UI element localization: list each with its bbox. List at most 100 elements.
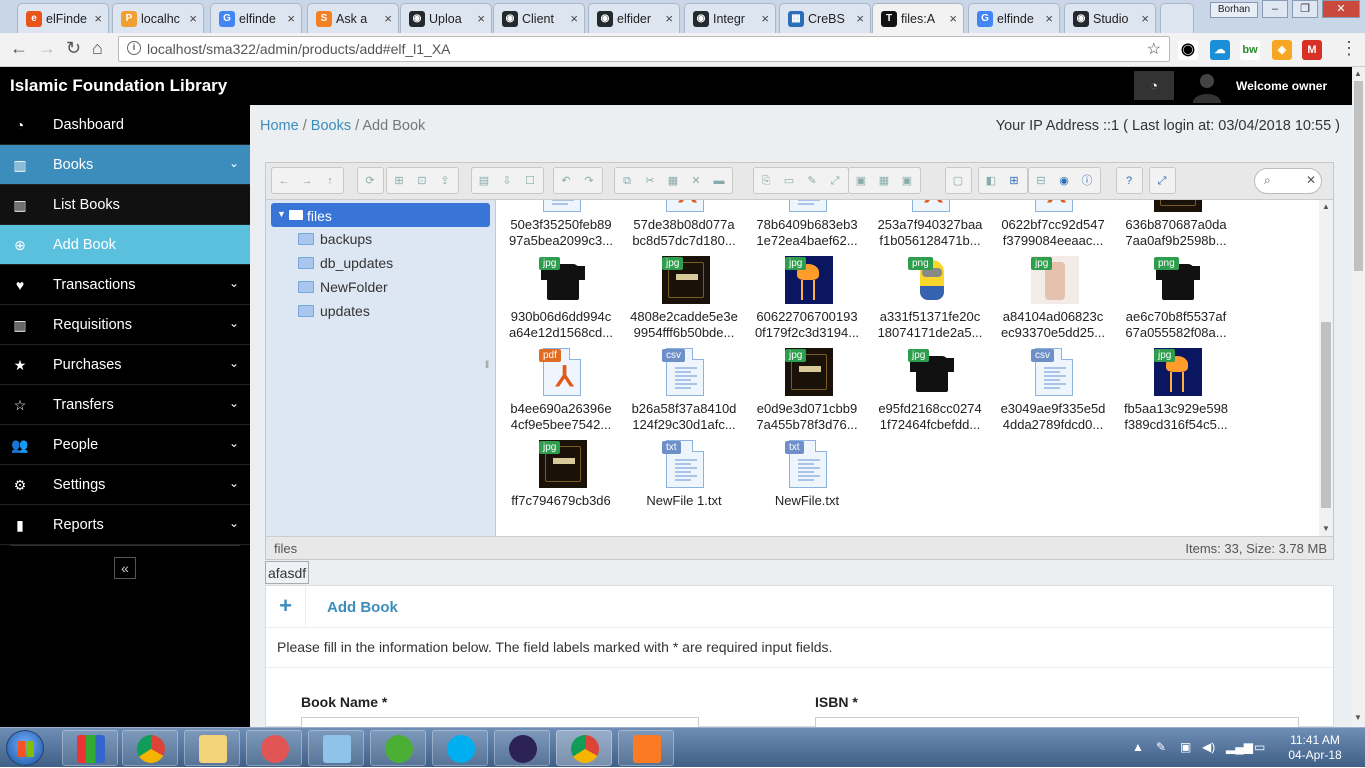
breadcrumb-books[interactable]: Books xyxy=(311,118,351,134)
select-none-icon[interactable]: ▢ xyxy=(948,171,968,191)
copy-icon[interactable]: ⧉ xyxy=(617,171,637,191)
close-tab-icon[interactable]: × xyxy=(665,11,673,26)
scroll-down-icon[interactable]: ▼ xyxy=(1354,713,1362,722)
taskbar-utorrent[interactable] xyxy=(370,730,426,766)
reload-icon[interactable]: ⟳ xyxy=(360,171,380,191)
browser-tab[interactable]: ◉ Studio × xyxy=(1064,3,1156,33)
tree-resize-handle[interactable]: ‖ xyxy=(485,360,489,371)
browser-tab[interactable]: ▦ CreBS × xyxy=(779,3,871,33)
site-info-icon[interactable]: i xyxy=(127,41,141,55)
help-icon[interactable]: ? xyxy=(1119,171,1139,191)
paste-icon[interactable]: ▦ xyxy=(663,171,683,191)
close-tab-icon[interactable]: × xyxy=(287,11,295,26)
sidebar-item-books[interactable]: ▥ Books ⌄ xyxy=(0,145,250,185)
tree-folder[interactable]: updates xyxy=(298,300,478,322)
browser-tab[interactable]: Plocalhc × xyxy=(112,3,204,33)
sidebar-item-dashboard[interactable]: ◔ Dashboard xyxy=(0,105,250,145)
empty-icon[interactable]: ▬ xyxy=(709,171,729,191)
sidebar-item-purchases[interactable]: ★ Purchases ⌄ xyxy=(0,345,250,385)
browser-profile-badge[interactable]: Borhan xyxy=(1210,2,1258,18)
file-item[interactable]: jpg ff7c794679cb3d6 xyxy=(500,440,622,530)
tree-root-files[interactable]: ▼ files xyxy=(271,203,490,227)
close-tab-icon[interactable]: × xyxy=(761,11,769,26)
back-arrow-icon[interactable]: ← xyxy=(10,38,28,59)
download-icon[interactable]: ⇩ xyxy=(497,171,517,191)
select-all-icon[interactable]: ▣ xyxy=(897,171,917,191)
home-icon[interactable]: ⌂ xyxy=(92,38,103,59)
file-item[interactable]: jpg e0d9e3d071cbb9 7a455b78f3d76... xyxy=(746,348,868,438)
extract-icon[interactable]: ▣ xyxy=(851,171,871,191)
duplicate-icon[interactable]: ⎘ xyxy=(756,171,776,191)
bookmark-star-icon[interactable]: ☆ xyxy=(1147,39,1161,59)
file-item[interactable]: ⅄pdf 0622bf7cc92d547f3799084eeaac... xyxy=(992,200,1114,254)
getfile-icon[interactable]: ☐ xyxy=(520,171,540,191)
taskbar-apps-grid[interactable] xyxy=(62,730,118,766)
network-icon[interactable]: ▂▄▆ xyxy=(1226,740,1253,754)
file-item[interactable]: jpg e95fd2168cc0274 1f72464fcbefdd... xyxy=(869,348,991,438)
back-icon[interactable]: ← xyxy=(274,171,294,191)
start-button[interactable] xyxy=(6,730,44,766)
orange-extension-icon[interactable]: ◈ xyxy=(1272,40,1292,60)
browser-tab[interactable]: ◉ Client × xyxy=(493,3,585,33)
selected-file-output[interactable]: afasdf xyxy=(265,561,310,584)
taskbar-eclipse[interactable] xyxy=(494,730,550,766)
pdf-tray-icon[interactable]: ▣ xyxy=(1180,740,1191,754)
expand-triangle-icon[interactable]: ▼ xyxy=(277,209,286,219)
taskbar-skype[interactable] xyxy=(432,730,488,766)
upload-icon[interactable]: ⇪ xyxy=(435,171,455,191)
preview-icon[interactable]: ◉ xyxy=(1054,171,1074,191)
taskbar-chrome[interactable] xyxy=(122,730,178,766)
clear-search-icon[interactable]: ✕ xyxy=(1306,173,1316,187)
tree-folder[interactable]: db_updates xyxy=(298,252,478,274)
close-tab-icon[interactable]: × xyxy=(1045,11,1053,26)
browser-tab[interactable]: ◉ Uploa × xyxy=(400,3,492,33)
taskbar-snipping[interactable] xyxy=(246,730,302,766)
menu-icon[interactable]: ⋮ xyxy=(1340,38,1358,59)
sort-icon[interactable]: ⊟ xyxy=(1031,171,1051,191)
resize-icon[interactable]: ⤢ xyxy=(825,171,845,191)
file-item[interactable]: csv 50e3f35250feb8997a5bea2099c3... xyxy=(500,200,622,254)
archive-icon[interactable]: ▦ xyxy=(874,171,894,191)
rename-icon[interactable]: ▭ xyxy=(779,171,799,191)
close-tab-icon[interactable]: × xyxy=(1141,11,1149,26)
file-item[interactable]: ⅄pdf 57de38b08d077abc8d57dc7d180... xyxy=(623,200,745,254)
browser-tab[interactable]: Gelfinde × xyxy=(210,3,302,33)
scroll-up-icon[interactable]: ▲ xyxy=(1322,202,1330,211)
forward-arrow-icon[interactable]: → xyxy=(38,38,56,59)
file-item[interactable]: jpg fb5aa13c929e598 f389cd316f54c5... xyxy=(1115,348,1237,438)
welcome-text[interactable]: Welcome owner xyxy=(1236,79,1327,93)
fullscreen-icon[interactable]: ⤢ xyxy=(1152,171,1172,191)
view-icon[interactable]: ⊞ xyxy=(1004,171,1024,191)
minimize-button[interactable]: – xyxy=(1262,0,1288,18)
file-item[interactable]: ⅄pdf 253a7f940327baaf1b056128471b... xyxy=(869,200,991,254)
collapse-sidebar-button[interactable]: « xyxy=(114,557,136,579)
file-item[interactable]: png ae6c70b8f5537af 67a055582f08a... xyxy=(1115,256,1237,346)
avatar[interactable] xyxy=(1190,69,1224,103)
file-item[interactable]: txt NewFile 1.txt xyxy=(623,440,745,530)
breadcrumb-home[interactable]: Home xyxy=(260,118,299,134)
close-tab-icon[interactable]: × xyxy=(94,11,102,26)
close-tab-icon[interactable]: × xyxy=(856,11,864,26)
reload-icon[interactable]: ↻ xyxy=(66,38,81,59)
open-icon[interactable]: ▤ xyxy=(474,171,494,191)
battery-icon[interactable]: ▭ xyxy=(1254,740,1265,754)
browser-tab[interactable]: S Ask a × xyxy=(307,3,399,33)
browser-tab[interactable]: e elFinde × xyxy=(17,3,109,33)
close-tab-icon[interactable]: × xyxy=(570,11,578,26)
browser-tab[interactable]: Gelfinde × xyxy=(968,3,1060,33)
undo-icon[interactable]: ↶ xyxy=(556,171,576,191)
file-item[interactable]: png a331f51371fe20c 18074171de2a5... xyxy=(869,256,991,346)
scrollbar-thumb[interactable] xyxy=(1321,322,1331,508)
browser-tab[interactable]: ◉ Integr × xyxy=(684,3,776,33)
isbn-input[interactable] xyxy=(815,717,1299,727)
edit-icon[interactable]: ✎ xyxy=(802,171,822,191)
rm-icon[interactable]: ✕ xyxy=(686,171,706,191)
file-item[interactable]: csv b26a58f37a8410d 124f29c30d1afc... xyxy=(623,348,745,438)
cut-icon[interactable]: ✂ xyxy=(640,171,660,191)
maximize-button[interactable]: ❐ xyxy=(1292,0,1318,18)
redo-icon[interactable]: ↷ xyxy=(579,171,599,191)
sidebar-item-people[interactable]: 👥 People ⌄ xyxy=(0,425,250,465)
taskbar-xampp[interactable] xyxy=(618,730,674,766)
file-item[interactable]: jpg 60622706700193 0f179f2c3d3194... xyxy=(746,256,868,346)
file-item[interactable]: ⅄ pdf b4ee690a26396e 4cf9e5bee7542... xyxy=(500,348,622,438)
